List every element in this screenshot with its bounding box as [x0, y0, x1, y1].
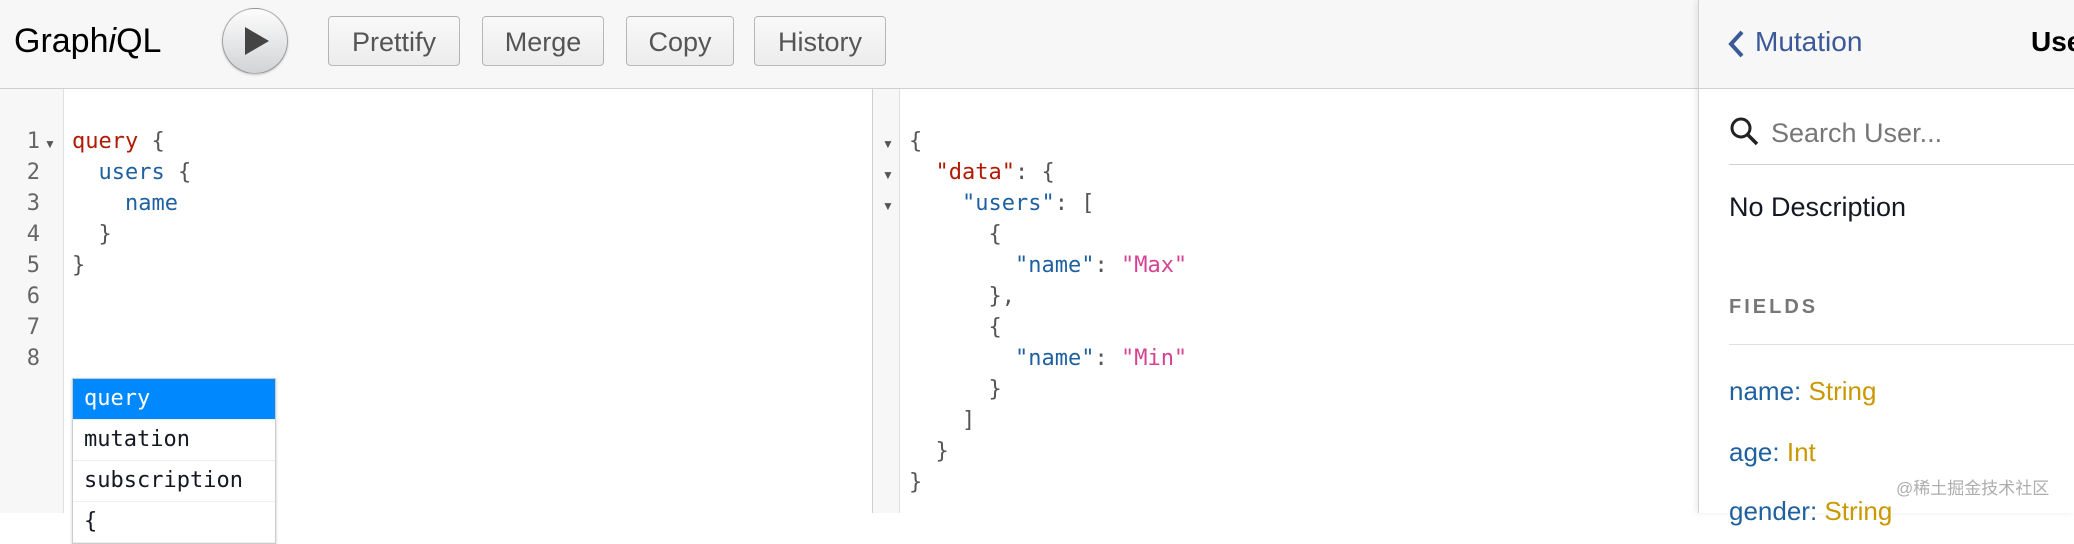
line-number: 4 — [26, 222, 40, 247]
line-number: 1 — [26, 129, 40, 154]
json-line: { — [909, 129, 923, 154]
json-line: ] — [909, 408, 976, 433]
merge-button[interactable]: Merge — [482, 16, 604, 66]
line-number-gutter: 1 ▼ 2 3 4 5 6 7 8 — [0, 89, 64, 513]
line-number: 3 — [26, 191, 40, 216]
code-line: } — [72, 253, 86, 278]
search-icon — [1730, 117, 1759, 146]
result-gutter: ▼ ▼ ▼ — [873, 89, 900, 513]
code-line: name — [124, 191, 178, 216]
field-name[interactable]: gender — [1729, 496, 1810, 526]
json-line: "data": { — [935, 160, 1055, 185]
play-icon — [245, 27, 269, 55]
fields-heading: FIELDS — [1729, 296, 1819, 318]
copy-button[interactable]: Copy — [626, 16, 734, 66]
field-type-link[interactable]: String — [1824, 496, 1892, 526]
json-line: } — [909, 439, 949, 464]
json-line: "users": [ — [961, 191, 1095, 216]
code-line: } — [72, 222, 112, 247]
divider — [1729, 344, 2074, 345]
json-line: }, — [909, 284, 1015, 309]
search-input[interactable] — [1769, 112, 2073, 154]
line-number: 8 — [26, 346, 40, 371]
autocomplete-option-brace[interactable]: { — [73, 502, 275, 543]
field-name[interactable]: age — [1729, 437, 1772, 467]
field-type-link[interactable]: String — [1809, 376, 1877, 406]
field-row: name: String — [1729, 376, 1877, 406]
json-line: { — [909, 315, 1002, 340]
doc-explorer-header: Mutation User — [1699, 0, 2074, 89]
json-line: } — [909, 377, 1002, 402]
json-line: "name": "Max" — [1014, 253, 1188, 278]
toolbar: GraphiQL Prettify Merge Copy History — [0, 0, 1698, 89]
doc-search — [1729, 108, 2074, 165]
type-description: No Description — [1729, 192, 1907, 222]
code-line: query { — [72, 129, 165, 154]
field-type-link[interactable]: Int — [1787, 437, 1816, 467]
field-name[interactable]: name — [1729, 376, 1794, 406]
doc-explorer: Mutation User No Description FIELDS name… — [1698, 0, 2074, 526]
line-number: 5 — [26, 253, 40, 278]
fold-arrow-icon[interactable]: ▼ — [882, 199, 894, 213]
fold-arrow-icon[interactable]: ▼ — [44, 137, 56, 151]
fold-arrow-icon[interactable]: ▼ — [882, 137, 894, 151]
field-row: age: Int — [1729, 437, 1816, 467]
autocomplete-option-query[interactable]: query — [73, 379, 275, 420]
graphiql-logo: GraphiQL — [14, 22, 162, 60]
line-number: 7 — [26, 315, 40, 340]
json-line: { — [909, 222, 1002, 247]
execute-query-button[interactable] — [222, 8, 288, 74]
back-label: Mutation — [1755, 26, 1863, 57]
json-line: } — [909, 470, 923, 495]
field-row: gender: String — [1729, 496, 1893, 526]
history-button[interactable]: History — [754, 16, 886, 66]
line-number: 6 — [26, 284, 40, 309]
autocomplete-dropdown: query mutation subscription { — [72, 378, 276, 544]
back-to-mutation-link[interactable]: Mutation — [1727, 26, 1862, 59]
json-line: "name": "Min" — [1014, 346, 1188, 371]
fold-arrow-icon[interactable]: ▼ — [882, 168, 894, 182]
result-viewer[interactable]: ▼ ▼ ▼ { "data": { "users": [ { "name": "… — [873, 89, 1698, 513]
chevron-left-icon — [1728, 30, 1744, 57]
code-line: users { — [98, 160, 192, 185]
query-editor[interactable]: 1 ▼ 2 3 4 5 6 7 8 query { users { name }… — [0, 89, 873, 544]
autocomplete-option-subscription[interactable]: subscription — [73, 461, 275, 502]
prettify-button[interactable]: Prettify — [328, 16, 460, 66]
watermark: @稀土掘金技术社区 — [1896, 479, 2050, 498]
doc-title: User — [2031, 26, 2074, 57]
autocomplete-option-mutation[interactable]: mutation — [73, 420, 275, 461]
line-number: 2 — [26, 160, 40, 185]
